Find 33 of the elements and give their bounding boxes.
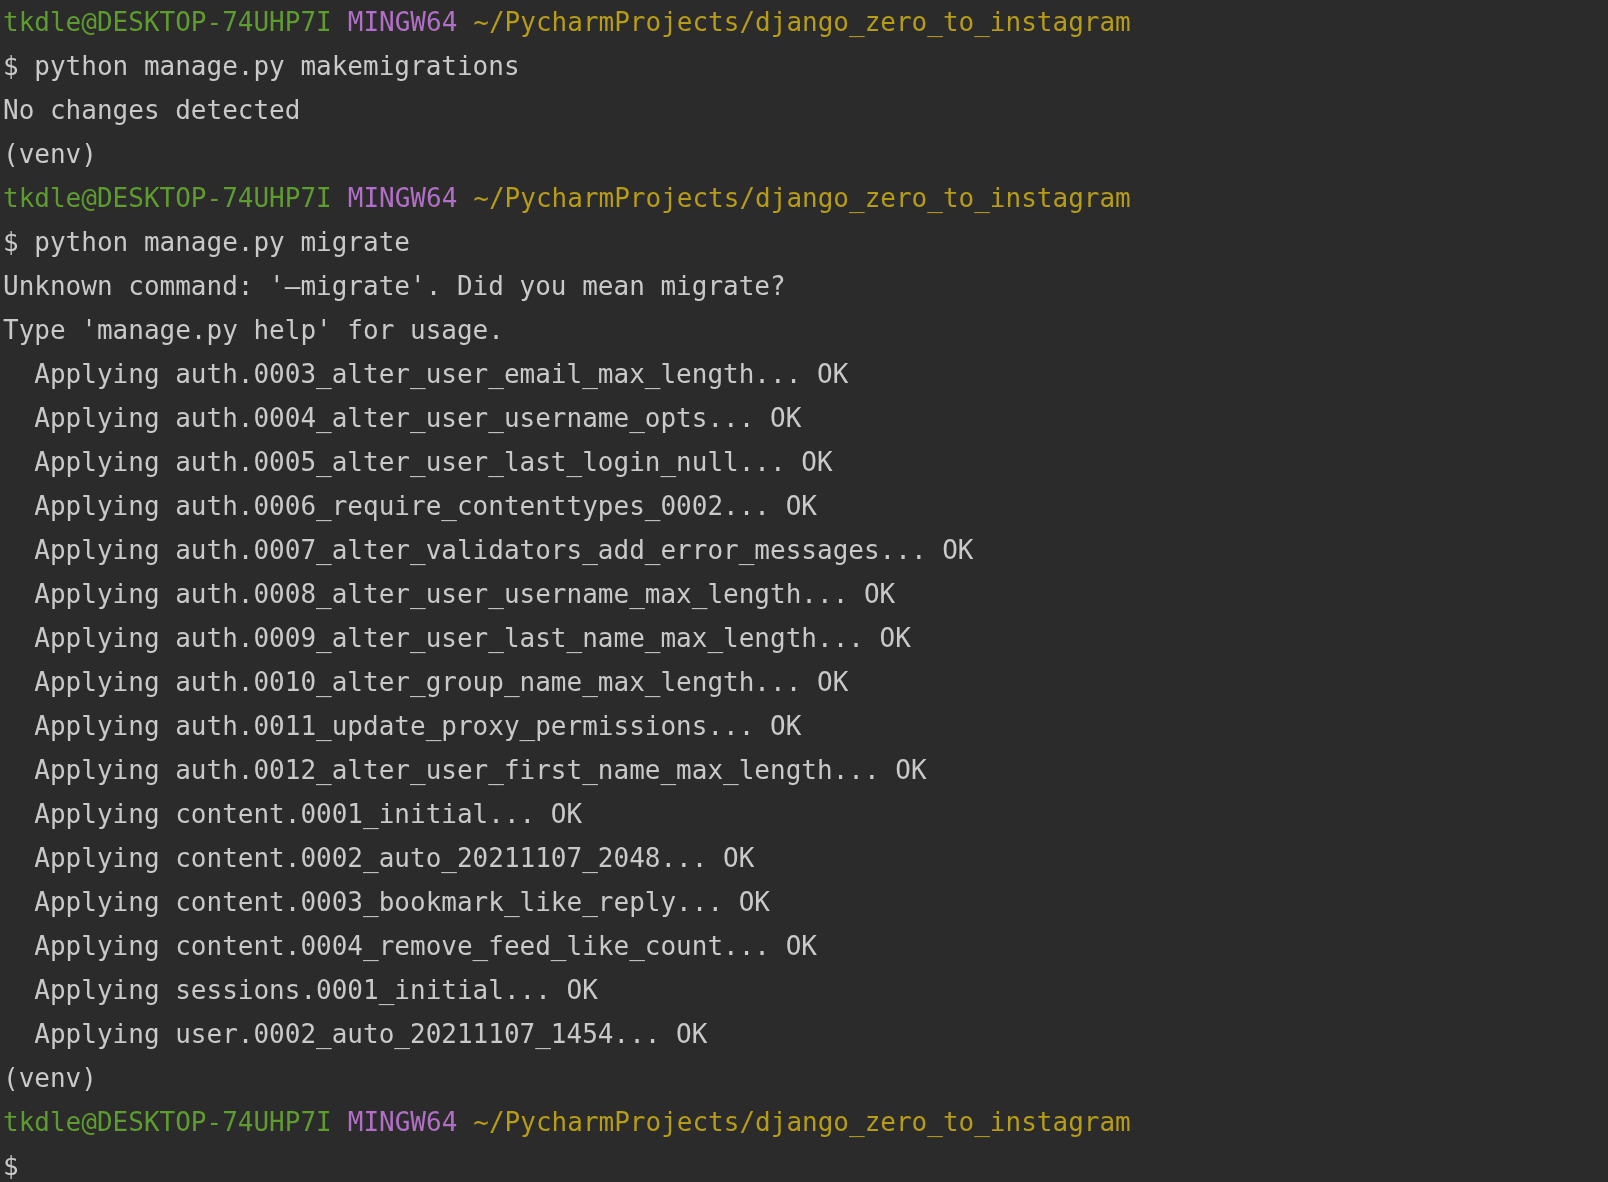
prompt-path: ~/PycharmProjects/django_zero_to_instagram [473,182,1131,215]
terminal-output-line: $ python manage.py migrate [3,226,410,259]
terminal-output-line: $ [3,1150,19,1182]
terminal-output-line: Applying auth.0009_alter_user_last_name_max_length... OK [33,622,911,655]
terminal-output-line: Applying sessions.0001_initial... OK [33,974,598,1007]
terminal-output-line: Type 'manage.py help' for usage. [3,314,504,347]
prompt-user-host: tkdle@DESKTOP-74UHP7I [3,6,332,39]
terminal-output-line: Applying auth.0010_alter_group_name_max_length... OK [33,666,849,699]
terminal-output-line: Applying content.0004_remove_feed_like_count... OK [33,930,817,963]
terminal-output-line: Applying auth.0004_alter_user_username_opts... OK [33,402,802,435]
prompt-path: ~/PycharmProjects/django_zero_to_instagram [473,6,1131,39]
prompt-shell: MINGW64 [347,6,458,39]
terminal-output-line: Applying auth.0011_update_proxy_permissions... OK [33,710,802,743]
terminal-output-line: Applying content.0003_bookmark_like_reply... OK [33,886,770,919]
terminal-output-line: Applying content.0001_initial... OK [33,798,583,831]
terminal-output-line: Applying content.0002_auto_20211107_2048... OK [33,842,755,875]
prompt-shell: MINGW64 [347,1106,458,1139]
terminal-output-line: Applying auth.0003_alter_user_email_max_length... OK [33,358,849,391]
terminal-output-line: Applying auth.0007_alter_validators_add_error_messages... OK [33,534,974,567]
prompt-path: ~/PycharmProjects/django_zero_to_instagram [473,1106,1131,1139]
terminal-output-line: Applying auth.0008_alter_user_username_max_length... OK [33,578,896,611]
prompt-user-host: tkdle@DESKTOP-74UHP7I [3,182,332,215]
terminal-output-line: Applying auth.0012_alter_user_first_name_max_length... OK [33,754,927,787]
terminal-output-line: $ python manage.py makemigrations [3,50,520,83]
prompt-shell: MINGW64 [347,182,458,215]
prompt-user-host: tkdle@DESKTOP-74UHP7I [3,1106,332,1139]
terminal-output-line: Applying auth.0005_alter_user_last_login_null... OK [33,446,833,479]
terminal-output-line: (venv) [3,138,97,171]
terminal-output-line: Unknown command: '—migrate'. Did you mean migrate? [3,270,786,303]
terminal-output-line: No changes detected [3,94,301,127]
terminal-output-line: (venv) [3,1062,97,1095]
terminal-output-line: Applying auth.0006_require_contenttypes_0002... OK [33,490,817,523]
terminal-output-line: Applying user.0002_auto_20211107_1454... OK [33,1018,708,1051]
